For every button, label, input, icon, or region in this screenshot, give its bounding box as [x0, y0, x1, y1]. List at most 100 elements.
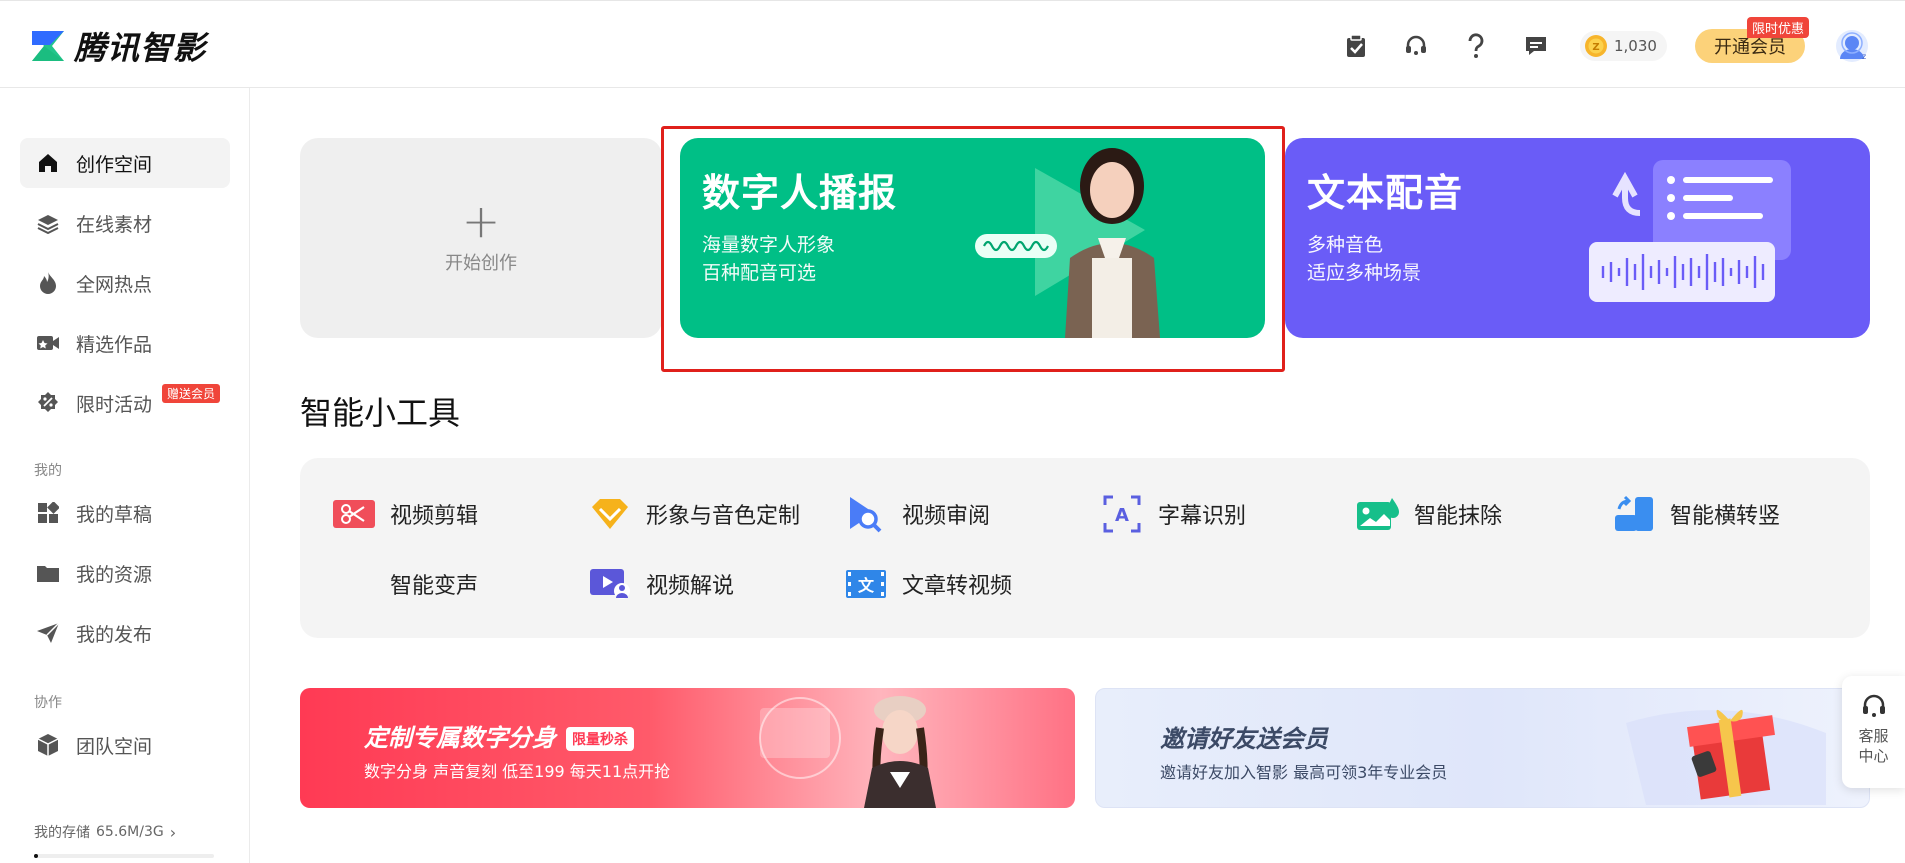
home-icon — [36, 151, 60, 175]
sidebar: 创作空间 在线素材 全网热点 精选作品 限时活动 赠送会员 我的 我的草稿 我的… — [0, 88, 250, 863]
layers-icon — [36, 211, 60, 235]
sidebar-item-label: 全网热点 — [76, 273, 153, 296]
sidebar-item-label: 精选作品 — [76, 333, 153, 356]
review-search-icon — [844, 496, 888, 533]
headset-icon — [1862, 694, 1885, 717]
text-voiceover-title: 文本配音 — [1307, 171, 1464, 215]
sidebar-item-label: 我的草稿 — [76, 503, 153, 526]
sidebar-item-label: 限时活动 — [76, 393, 153, 416]
banner-title: 定制专属数字分身 限量秒杀 — [364, 718, 634, 753]
chevron-right-icon: › — [169, 822, 177, 842]
smart-tools-title: 智能小工具 — [300, 394, 461, 432]
rotate-screen-icon — [1612, 495, 1656, 532]
scissors-icon — [332, 496, 376, 532]
sidebar-item-label: 我的发布 — [76, 623, 153, 646]
customer-service-button[interactable]: 客服中心 — [1842, 676, 1905, 788]
banner-subtitle: 数字分身 声音复刻 低至199 每天11点开抢 — [364, 762, 671, 781]
sidebar-item-featured-works[interactable]: 精选作品 — [20, 318, 230, 368]
svg-text:z: z — [1862, 52, 1866, 61]
tool-label: 智能抹除 — [1414, 504, 1503, 529]
storage-label: 我的存储 — [34, 825, 90, 841]
tool-landscape-to-portrait[interactable]: 智能横转竖 — [1612, 494, 1780, 534]
image-erase-icon — [1356, 496, 1400, 532]
banner-avatar-illustration — [759, 696, 936, 808]
invite-friends-banner[interactable]: 邀请好友送会员 邀请好友加入智影 最高可领3年专业会员 — [1095, 688, 1870, 808]
smart-tools-panel: 视频剪辑 形象与音色定制 视频审阅 A 字幕识别 智能抹除 智能横转竖 智能变声… — [300, 458, 1870, 638]
grid-icon — [36, 501, 60, 525]
video-camera-icon — [36, 331, 60, 355]
tool-voice-change[interactable]: 智能变声 — [332, 564, 478, 604]
plus-icon: + — [461, 194, 501, 248]
folder-icon — [36, 561, 60, 585]
sidebar-item-my-publish[interactable]: 我的发布 — [20, 608, 230, 658]
section-label-mine: 我的 — [34, 463, 62, 479]
headset-icon[interactable] — [1400, 30, 1432, 62]
invite-banner-title: 邀请好友送会员 — [1160, 725, 1328, 753]
voice-change-slot — [332, 566, 376, 602]
tool-video-edit[interactable]: 视频剪辑 — [332, 494, 478, 534]
start-creation-label: 开始创作 — [445, 253, 517, 274]
tool-label: 视频审阅 — [902, 504, 991, 529]
fire-icon — [36, 271, 60, 295]
logo-icon — [32, 31, 64, 61]
svg-text:A: A — [1115, 505, 1129, 526]
tool-article-to-video[interactable]: 文 文章转视频 — [844, 564, 1012, 604]
tool-label: 视频解说 — [646, 574, 735, 599]
sidebar-item-limited-events[interactable]: 限时活动 赠送会员 — [20, 378, 230, 428]
tool-label: 智能变声 — [390, 574, 479, 599]
section-label-collab: 协作 — [34, 695, 62, 711]
storage-progress-fill — [34, 854, 38, 858]
tool-label: 智能横转竖 — [1670, 504, 1781, 529]
text-voiceover-illustration — [1589, 160, 1791, 302]
highlight-box — [661, 126, 1285, 372]
sidebar-item-hot-topics[interactable]: 全网热点 — [20, 258, 230, 308]
top-bar: 腾讯智影 Z 1,030 开通会员 限时优惠 z — [0, 0, 1905, 88]
coin-icon: Z — [1585, 35, 1607, 57]
limited-sale-tag: 限量秒杀 — [566, 727, 634, 751]
open-vip-button[interactable]: 开通会员 限时优惠 — [1694, 17, 1809, 63]
video-narration-icon — [588, 566, 632, 602]
text-voiceover-line1: 多种音色 — [1307, 234, 1384, 256]
app-name: 腾讯智影 — [74, 29, 207, 67]
tool-avatar-voice-custom[interactable]: 形象与音色定制 — [588, 494, 800, 534]
sidebar-item-my-drafts[interactable]: 我的草稿 — [20, 488, 230, 538]
sidebar-item-label: 创作空间 — [76, 153, 153, 176]
svg-text:Z: Z — [1592, 42, 1599, 53]
sidebar-item-my-resources[interactable]: 我的资源 — [20, 548, 230, 598]
tool-video-narration[interactable]: 视频解说 — [588, 564, 734, 604]
vip-promo-badge: 限时优惠 — [1746, 17, 1809, 38]
tool-video-review[interactable]: 视频审阅 — [844, 494, 990, 534]
clipboard-check-icon[interactable] — [1340, 30, 1372, 62]
gift-box-icon — [1626, 709, 1826, 805]
tool-smart-erase[interactable]: 智能抹除 — [1356, 494, 1502, 534]
send-icon — [36, 621, 60, 645]
custom-avatar-banner[interactable]: 定制专属数字分身 限量秒杀 数字分身 声音复刻 低至199 每天11点开抢 — [300, 688, 1075, 808]
header-actions: Z 1,030 开通会员 限时优惠 z — [1340, 17, 1869, 63]
badge-percent-icon — [36, 391, 60, 415]
start-creation-card[interactable]: + 开始创作 — [300, 138, 662, 338]
customer-service-label: 客服中心 — [1858, 727, 1889, 765]
subtitle-scan-icon: A — [1100, 495, 1144, 533]
help-icon[interactable] — [1460, 30, 1492, 62]
tool-subtitle-recognition[interactable]: A 字幕识别 — [1100, 494, 1246, 534]
banner-title-text: 定制专属数字分身 — [364, 724, 556, 752]
tool-label: 文章转视频 — [902, 574, 1013, 599]
sidebar-item-creation-space[interactable]: 创作空间 — [20, 138, 230, 188]
avatar[interactable]: z — [1835, 29, 1869, 63]
storage-value: 65.6M/3G — [96, 824, 164, 840]
coin-count: 1,030 — [1614, 37, 1657, 55]
cube-icon — [36, 733, 60, 757]
text-voiceover-card[interactable]: 文本配音 多种音色 适应多种场景 — [1285, 138, 1870, 338]
svg-text:文: 文 — [858, 576, 875, 595]
gift-vip-badge: 赠送会员 — [162, 384, 221, 403]
tool-label: 形象与音色定制 — [646, 504, 801, 529]
coin-balance[interactable]: Z 1,030 — [1580, 31, 1667, 61]
sidebar-item-label: 在线素材 — [76, 213, 153, 236]
storage-info[interactable]: 我的存储 65.6M/3G › — [34, 822, 176, 842]
sidebar-item-online-materials[interactable]: 在线素材 — [20, 198, 230, 248]
tool-label: 视频剪辑 — [390, 504, 479, 529]
sidebar-item-label: 团队空间 — [76, 735, 153, 758]
app-logo[interactable]: 腾讯智影 — [30, 27, 206, 67]
sidebar-item-team-space[interactable]: 团队空间 — [20, 720, 230, 770]
message-icon[interactable] — [1520, 30, 1552, 62]
